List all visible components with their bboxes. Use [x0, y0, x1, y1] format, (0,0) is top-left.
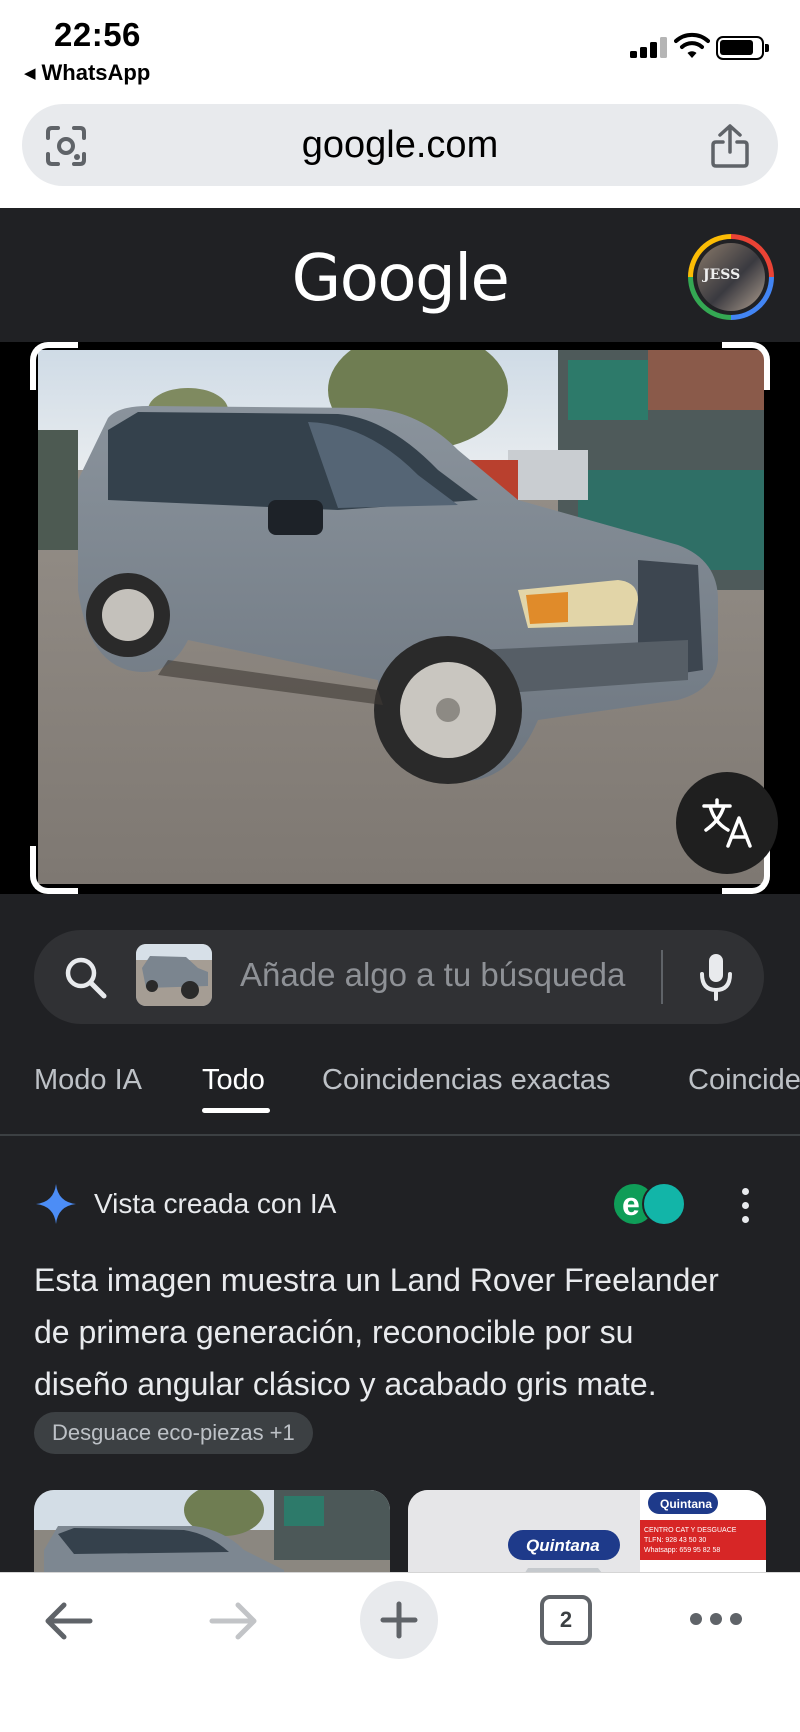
ai-overview-line: diseño angular clásico y acabado gris ma… — [34, 1366, 657, 1402]
tab-modo-ia[interactable]: Modo IA — [34, 1064, 142, 1097]
result-card-car-photo[interactable] — [34, 1490, 390, 1572]
browser-toolbar: 2 — [0, 1572, 800, 1732]
crop-corner-bottom-left[interactable] — [30, 846, 78, 894]
crop-corner-top-right[interactable] — [722, 342, 770, 390]
battery-icon — [716, 36, 769, 60]
plus-icon — [380, 1601, 418, 1639]
translate-button[interactable] — [676, 772, 778, 874]
back-app-label: WhatsApp — [41, 60, 151, 85]
dealer-caption-line: CENTRO CAT Y DESGUACE — [644, 1527, 737, 1534]
arrow-left-icon[interactable] — [40, 1597, 96, 1645]
active-tab-indicator — [202, 1108, 270, 1113]
ai-sparkle-icon — [36, 1184, 76, 1224]
tabs-divider — [0, 1134, 800, 1136]
more-options-icon[interactable] — [740, 1188, 750, 1224]
source-chip[interactable]: Desguace eco-piezas +1 — [34, 1412, 313, 1454]
car-photo — [38, 350, 764, 884]
account-avatar[interactable]: JESS — [688, 234, 774, 320]
query-image-thumbnail[interactable] — [136, 944, 212, 1006]
result-tabs: Modo IA Todo Coincidencias exactas Coinc… — [0, 1064, 800, 1134]
ai-overview-line: Esta imagen muestra un Land Rover Freela… — [34, 1262, 719, 1298]
google-logo[interactable]: Google — [0, 242, 800, 316]
dealer-brand-small: Quintana — [660, 1497, 712, 1511]
refine-search-box[interactable]: Añade algo a tu búsqueda — [34, 930, 764, 1024]
browser-address-area: google.com — [0, 96, 800, 208]
back-to-app-link[interactable]: ◀ WhatsApp — [24, 60, 150, 86]
ai-overview-header: Vista creada con IA e — [0, 1182, 800, 1232]
tab-todo[interactable]: Todo — [202, 1064, 265, 1097]
cellular-signal-icon — [630, 36, 668, 58]
status-time: 22:56 — [54, 16, 141, 53]
search-divider — [661, 950, 663, 1004]
result-card-dealer[interactable]: Quintana CENTRO CAT Y DESGUACE TLFN: 928… — [408, 1490, 766, 1572]
tab-count: 2 — [559, 1607, 573, 1632]
share-icon[interactable] — [708, 122, 752, 170]
wifi-icon — [674, 32, 710, 58]
dealer-caption-line: TLFN: 928 43 50 30 — [644, 1537, 706, 1544]
back-triangle-icon: ◀ — [24, 65, 36, 82]
more-horizontal-icon[interactable] — [690, 1613, 742, 1627]
address-bar[interactable]: google.com — [22, 104, 778, 186]
tab-switcher-button[interactable]: 2 — [540, 1595, 592, 1645]
dealer-brand-large: Quintana — [526, 1536, 600, 1555]
ai-overview-title: Vista creada con IA — [94, 1188, 337, 1219]
translate-icon — [702, 798, 752, 848]
search-placeholder[interactable]: Añade algo a tu búsqueda — [240, 956, 670, 994]
ai-overview-line: de primera generación, reconocible por s… — [34, 1314, 634, 1350]
status-bar: 22:56 ◀ WhatsApp — [0, 0, 800, 96]
google-lens-results-page: Google JESS Añade algo a tu búsqueda Mod… — [0, 208, 800, 1572]
ai-overview-text: Esta imagen muestra un Land Rover Freela… — [34, 1254, 774, 1410]
avatar-text: JESS — [703, 267, 741, 283]
new-tab-button[interactable] — [360, 1581, 438, 1659]
url-text[interactable]: google.com — [22, 124, 778, 167]
microphone-icon[interactable] — [694, 952, 738, 1002]
crop-corner-top-left[interactable] — [30, 342, 78, 390]
source-logos[interactable]: e — [612, 1182, 690, 1226]
google-header: Google JESS — [0, 208, 800, 342]
tab-coincidencias-exactas[interactable]: Coincidencias exactas — [322, 1064, 611, 1097]
source-logo-secondary-icon — [642, 1182, 686, 1226]
tab-coincide[interactable]: Coincide — [688, 1064, 800, 1097]
dealer-caption-line: Whatsapp: 659 95 82 58 — [644, 1547, 720, 1554]
search-icon[interactable] — [62, 954, 108, 1000]
arrow-right-icon[interactable] — [206, 1597, 262, 1645]
